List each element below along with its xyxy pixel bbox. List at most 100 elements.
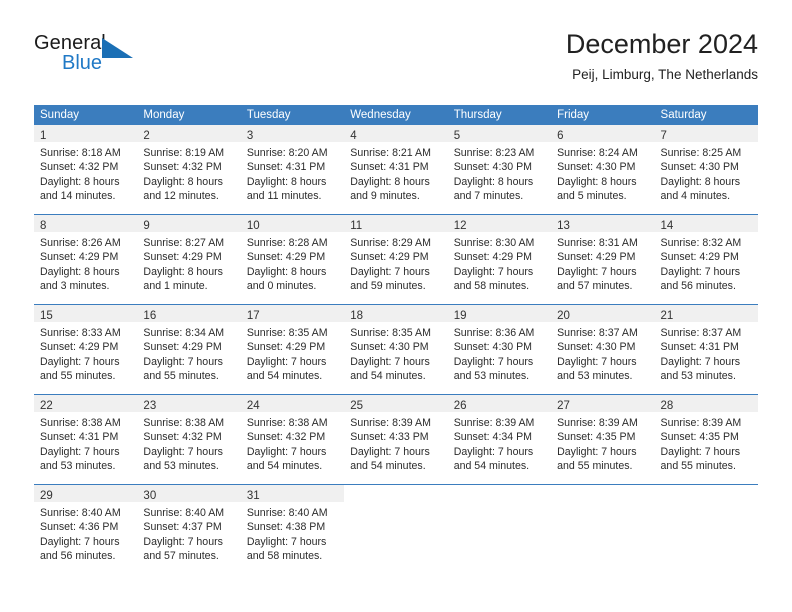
day-cell-content: 20 Sunrise: 8:37 AM Sunset: 4:30 PM Dayligh… (551, 305, 655, 394)
sunset-text: Sunset: 4:29 PM (453, 251, 533, 264)
calendar-day-cell[interactable]: 15 Sunrise: 8:33 AM Sunset: 4:29 PM Dayligh… (34, 304, 138, 395)
brand-logo[interactable]: General Blue (34, 32, 154, 80)
calendar-day-cell[interactable]: 2 Sunrise: 8:19 AM Sunset: 4:32 PM Daylight… (137, 125, 241, 215)
day-number: 6 (557, 130, 564, 142)
calendar-day-cell[interactable]: 8 Sunrise: 8:26 AM Sunset: 4:29 PM Daylight… (34, 214, 138, 305)
calendar-day-cell[interactable]: 22 Sunrise: 8:38 AM Sunset: 4:31 PM Dayligh… (34, 394, 138, 485)
day-details: Sunrise: 8:18 AM Sunset: 4:32 PM Daylight:… (34, 142, 137, 204)
day-cell-empty (551, 485, 654, 574)
daylight-text-line2: and 53 minutes. (453, 370, 530, 383)
page-header: General Blue December 2024 Peij, Limburg… (34, 28, 758, 98)
day-number-band: 11 (344, 215, 448, 232)
day-number: 19 (453, 310, 467, 322)
sunrise-text: Sunrise: 8:40 AM (143, 507, 225, 519)
day-number: 23 (143, 400, 157, 412)
weekday-header-monday: Monday (137, 105, 241, 125)
calendar-day-cell[interactable]: 21 Sunrise: 8:37 AM Sunset: 4:31 PM Dayligh… (654, 304, 758, 395)
calendar-day-cell[interactable]: 17 Sunrise: 8:35 AM Sunset: 4:29 PM Dayligh… (240, 304, 345, 395)
sunrise-text: Sunrise: 8:27 AM (143, 237, 225, 249)
calendar-day-cell[interactable]: 9 Sunrise: 8:27 AM Sunset: 4:29 PM Daylight… (137, 214, 241, 305)
daylight-text-line1: Daylight: 7 hours (453, 355, 534, 368)
day-details: Sunrise: 8:20 AM Sunset: 4:31 PM Daylight:… (241, 142, 344, 204)
day-details: Sunrise: 8:21 AM Sunset: 4:31 PM Daylight:… (344, 142, 447, 204)
day-number-band: 16 (137, 305, 241, 322)
day-number: 26 (453, 400, 467, 412)
calendar-day-cell[interactable]: 12 Sunrise: 8:30 AM Sunset: 4:29 PM Dayligh… (447, 214, 552, 305)
day-number-band: 17 (240, 305, 345, 322)
daylight-text-line2: and 53 minutes. (557, 370, 633, 383)
day-cell-content: 21 Sunrise: 8:37 AM Sunset: 4:31 PM Dayligh… (654, 305, 758, 394)
calendar-day-cell[interactable]: 26 Sunrise: 8:39 AM Sunset: 4:34 PM Dayligh… (447, 394, 552, 485)
calendar-day-cell[interactable]: 10 Sunrise: 8:28 AM Sunset: 4:29 PM Dayligh… (240, 214, 345, 305)
daylight-text-line2: and 54 minutes. (246, 460, 323, 473)
day-number: 16 (143, 310, 157, 322)
calendar-week-row: 15 Sunrise: 8:33 AM Sunset: 4:29 PM Dayligh… (34, 304, 758, 395)
sunrise-text: Sunrise: 8:39 AM (557, 417, 638, 429)
calendar-day-cell[interactable]: 11 Sunrise: 8:29 AM Sunset: 4:29 PM Dayligh… (344, 214, 448, 305)
sunset-text: Sunset: 4:31 PM (350, 161, 429, 174)
calendar-day-cell[interactable]: 3 Sunrise: 8:20 AM Sunset: 4:31 PM Daylight… (240, 125, 345, 215)
daylight-text-line2: and 55 minutes. (40, 370, 116, 383)
daylight-text-line2: and 53 minutes. (40, 460, 116, 473)
calendar-day-cell[interactable]: 19 Sunrise: 8:36 AM Sunset: 4:30 PM Dayligh… (447, 304, 552, 395)
sunrise-text: Sunrise: 8:39 AM (660, 417, 742, 429)
day-cell-content: 25 Sunrise: 8:39 AM Sunset: 4:33 PM Dayligh… (344, 395, 448, 484)
calendar-day-cell[interactable]: 29 Sunrise: 8:40 AM Sunset: 4:36 PM Dayligh… (34, 484, 138, 574)
calendar-day-cell[interactable]: 23 Sunrise: 8:38 AM Sunset: 4:32 PM Dayligh… (137, 394, 241, 485)
day-details: Sunrise: 8:39 AM Sunset: 4:33 PM Daylight:… (344, 412, 447, 474)
title-block: December 2024 Peij, Limburg, The Netherl… (566, 28, 758, 85)
calendar-day-cell[interactable]: 27 Sunrise: 8:39 AM Sunset: 4:35 PM Dayligh… (551, 394, 655, 485)
day-cell-content: 24 Sunrise: 8:38 AM Sunset: 4:32 PM Dayligh… (240, 395, 345, 484)
sunrise-text: Sunrise: 8:25 AM (660, 147, 742, 159)
calendar-day-cell[interactable]: 1 Sunrise: 8:18 AM Sunset: 4:32 PM Daylight… (34, 125, 138, 215)
sunrise-text: Sunrise: 8:35 AM (246, 327, 328, 339)
day-details: Sunrise: 8:39 AM Sunset: 4:35 PM Daylight:… (655, 412, 758, 474)
day-cell-content: 22 Sunrise: 8:38 AM Sunset: 4:31 PM Dayligh… (34, 395, 138, 484)
day-number: 22 (40, 400, 53, 412)
sunrise-text: Sunrise: 8:21 AM (350, 147, 431, 159)
day-number-band: 20 (551, 305, 655, 322)
calendar-day-cell[interactable]: 4 Sunrise: 8:21 AM Sunset: 4:31 PM Daylight… (344, 125, 448, 215)
day-details: Sunrise: 8:35 AM Sunset: 4:29 PM Daylight:… (241, 322, 344, 384)
calendar-day-cell[interactable]: 31 Sunrise: 8:40 AM Sunset: 4:38 PM Dayligh… (240, 484, 345, 574)
day-number: 24 (246, 400, 260, 412)
day-details: Sunrise: 8:26 AM Sunset: 4:29 PM Daylight:… (34, 232, 137, 294)
day-number-band (551, 485, 654, 502)
sunrise-text: Sunrise: 8:29 AM (350, 237, 431, 249)
sunset-text: Sunset: 4:30 PM (660, 161, 739, 174)
day-details: Sunrise: 8:37 AM Sunset: 4:31 PM Daylight:… (655, 322, 758, 384)
sunset-text: Sunset: 4:30 PM (350, 341, 429, 354)
calendar-day-cell[interactable]: 5 Sunrise: 8:23 AM Sunset: 4:30 PM Daylight… (447, 125, 552, 215)
daylight-text-line1: Daylight: 7 hours (40, 355, 120, 368)
calendar-day-cell[interactable]: 30 Sunrise: 8:40 AM Sunset: 4:37 PM Dayligh… (137, 484, 241, 574)
calendar-day-cell[interactable]: 14 Sunrise: 8:32 AM Sunset: 4:29 PM Dayligh… (654, 214, 758, 305)
day-number: 11 (350, 220, 363, 232)
daylight-text-line2: and 55 minutes. (660, 460, 736, 473)
day-cell-content: 10 Sunrise: 8:28 AM Sunset: 4:29 PM Dayligh… (240, 215, 345, 304)
daylight-text-line2: and 1 minute. (143, 280, 208, 293)
calendar-day-cell[interactable]: 6 Sunrise: 8:24 AM Sunset: 4:30 PM Daylight… (551, 125, 655, 215)
calendar-day-cell[interactable]: 20 Sunrise: 8:37 AM Sunset: 4:30 PM Dayligh… (551, 304, 655, 395)
calendar-day-cell[interactable]: 13 Sunrise: 8:31 AM Sunset: 4:29 PM Dayligh… (551, 214, 655, 305)
day-details: Sunrise: 8:30 AM Sunset: 4:29 PM Daylight:… (448, 232, 551, 294)
calendar-day-cell[interactable]: 7 Sunrise: 8:25 AM Sunset: 4:30 PM Daylight… (654, 125, 758, 215)
calendar-day-cell[interactable]: 25 Sunrise: 8:39 AM Sunset: 4:33 PM Dayligh… (344, 394, 448, 485)
day-number-band: 28 (654, 395, 758, 412)
weekday-header-saturday: Saturday (654, 105, 758, 125)
sunset-text: Sunset: 4:30 PM (453, 341, 533, 354)
sunset-text: Sunset: 4:36 PM (40, 521, 119, 534)
calendar-week-row: 1 Sunrise: 8:18 AM Sunset: 4:32 PM Daylight… (34, 125, 758, 215)
daylight-text-line1: Daylight: 8 hours (40, 265, 120, 278)
calendar-day-cell[interactable]: 28 Sunrise: 8:39 AM Sunset: 4:35 PM Dayligh… (654, 394, 758, 485)
day-cell-content: 1 Sunrise: 8:18 AM Sunset: 4:32 PM Daylight… (34, 125, 138, 214)
calendar-day-cell[interactable]: 16 Sunrise: 8:34 AM Sunset: 4:29 PM Dayligh… (137, 304, 241, 395)
day-cell-empty (448, 485, 551, 574)
daylight-text-line1: Daylight: 7 hours (350, 265, 430, 278)
day-cell-content: 26 Sunrise: 8:39 AM Sunset: 4:34 PM Dayligh… (447, 395, 552, 484)
calendar-day-cell[interactable]: 24 Sunrise: 8:38 AM Sunset: 4:32 PM Dayligh… (240, 394, 345, 485)
day-details: Sunrise: 8:34 AM Sunset: 4:29 PM Daylight:… (137, 322, 240, 384)
sunset-text: Sunset: 4:31 PM (40, 431, 119, 444)
calendar-day-cell[interactable]: 18 Sunrise: 8:35 AM Sunset: 4:30 PM Dayligh… (344, 304, 448, 395)
sunset-text: Sunset: 4:29 PM (143, 341, 222, 354)
daylight-text-line1: Daylight: 8 hours (143, 175, 223, 188)
